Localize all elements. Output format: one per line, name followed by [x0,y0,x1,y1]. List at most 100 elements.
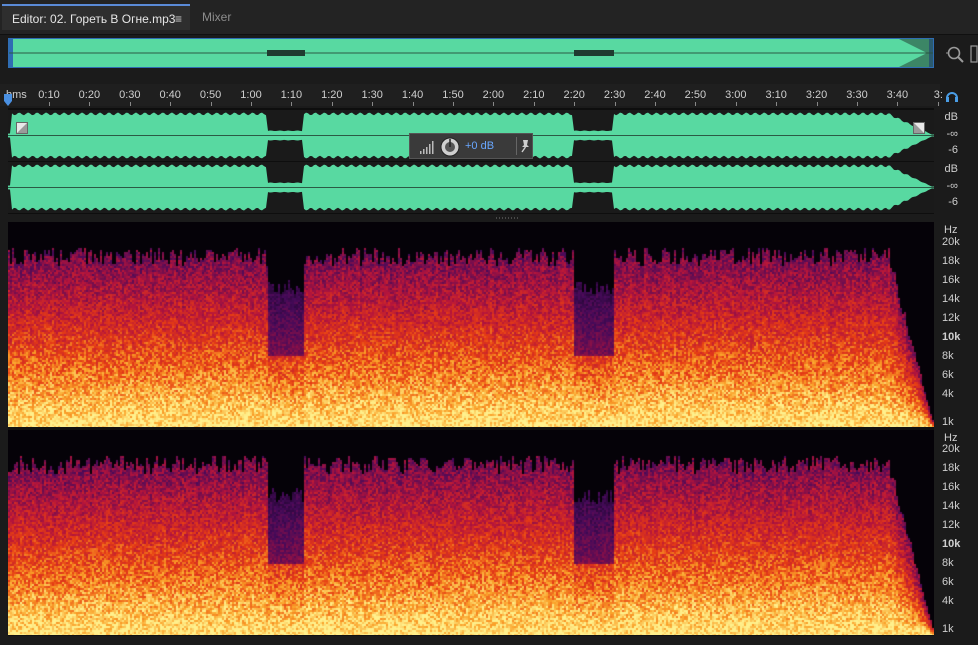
ruler-tick-mark [89,102,91,106]
hz-label: 8k [942,350,954,362]
ruler-tick-mark [170,102,172,106]
ruler-tick-mark [493,102,495,106]
ruler-tick-mark [614,102,616,106]
ruler-tick-mark [291,102,293,106]
ruler-tick-label: 3:40 [886,89,909,101]
ruler-tick-mark [533,102,535,106]
ruler-tick-mark [735,102,737,106]
hz-label: 18k [942,255,960,267]
fade-out-handle[interactable] [913,122,925,134]
time-ruler[interactable]: hms 0:10 0:20 0:30 0:40 0:50 1:00 1:10 1:20 1:30… [0,84,943,106]
ruler-tick-label: 2:10 [523,89,545,101]
hz-label: 16k [942,274,960,286]
db-label: -∞ [946,128,958,140]
hz-unit-label: Hz [944,224,958,236]
db-label: -6 [948,144,958,156]
overview-waveform [9,39,933,67]
ruler-tick-label: 3:10 [765,89,787,101]
waveform-view[interactable] [8,108,934,214]
spectral-view[interactable] [8,222,934,636]
hz-label: 8k [942,557,954,569]
tab-mixer-label: Mixer [202,10,232,24]
fade-in-handle[interactable] [16,122,28,134]
ruler-tick-label: 1:00 [240,89,262,101]
db-label: -∞ [946,180,958,192]
overview-navigator[interactable] [8,38,934,68]
db-unit-label: dB [944,163,958,175]
spectrogram-right[interactable] [8,430,934,635]
db-unit-label: dB [944,111,958,123]
ruler-tick-label: 0:10 [38,89,60,101]
db-label: -6 [948,196,958,208]
hz-label: 6k [942,576,954,588]
ruler-tick-mark [857,102,858,106]
hz-label: 12k [942,312,960,324]
ruler-tick-mark [816,102,818,106]
tab-bar: Editor: 02. Гореть В Огне.mp3 ≡ Mixer [0,0,978,35]
hz-label: 6k [942,369,954,381]
ruler-tick-mark [372,102,374,106]
hz-label: 12k [942,519,960,531]
ruler-tick-label: 0:30 [119,89,141,101]
hz-label: 10k [942,331,961,343]
pin-icon[interactable] [519,139,531,153]
headphones-icon[interactable] [944,88,960,104]
ruler-tick-label: 1:20 [321,89,343,101]
tab-editor-label: Editor: 02. Гореть В Огне.mp3 [12,12,176,26]
tab-mixer[interactable]: Mixer [192,4,262,30]
waveform-right [8,164,934,211]
ruler-tick-mark [655,102,656,106]
level-bars-icon [420,141,434,154]
ruler-tick-label: 0:40 [159,89,181,101]
panel-edge-icon[interactable] [970,44,978,64]
hz-label: 1k [942,416,954,428]
hz-label: 14k [942,293,960,305]
ruler-tick-mark [412,102,414,106]
waveform-channel-right[interactable] [8,162,934,213]
hz-label: 16k [942,481,960,493]
ruler-tick-label: 2:40 [644,89,666,101]
hz-label: 20k [942,443,960,455]
ruler-tick-label: 3: [933,89,943,101]
ruler-tick-mark [331,102,333,106]
playhead-icon[interactable] [4,94,12,106]
ruler-tick-label: 0:50 [199,89,222,101]
zoom-icon[interactable] [945,44,965,64]
ruler-tick-label: 1:30 [361,89,383,101]
hz-label: 18k [942,462,960,474]
ruler-tick-label: 2:30 [603,89,626,101]
tab-editor[interactable]: Editor: 02. Гореть В Огне.mp3 ≡ [2,4,190,30]
ruler-tick-mark [129,102,131,106]
hz-label: 10k [942,538,961,550]
spectrogram-left[interactable] [8,222,934,427]
gain-value[interactable]: +0 dB [465,140,494,152]
ruler-tick-label: 0:20 [78,89,101,101]
ruler-tick-label: 1:10 [280,89,303,101]
hz-label: 4k [942,388,954,400]
ruler-tick-label: 1:40 [401,89,424,101]
hz-label: 20k [942,236,960,248]
ruler-tick-mark [937,102,939,106]
menu-icon[interactable]: ≡ [175,6,182,32]
ruler-tick-mark [251,102,252,106]
panel-splitter[interactable] [496,216,520,220]
ruler-tick-label: 2:50 [684,89,707,101]
volume-hud: +0 dB [409,133,533,159]
ruler-tick-mark [695,102,697,106]
ruler-tick-label: 3:20 [805,89,828,101]
ruler-tick-mark [776,102,778,106]
ruler-tick-label: 2:00 [482,89,505,101]
ruler-tick-mark [574,102,576,106]
ruler-tick-mark [210,102,212,106]
ruler-tick-label: 3:00 [725,89,747,101]
ruler-tick-mark [897,102,899,106]
ruler-tick-label: 3:30 [846,89,868,101]
ruler-tick-label: 1:50 [442,89,464,101]
gain-knob-icon[interactable] [440,137,460,157]
hud-divider [516,137,517,155]
hz-label: 4k [942,595,954,607]
hz-label: 1k [942,623,954,635]
hz-label: 14k [942,500,960,512]
ruler-tick-label: 2:20 [563,89,585,101]
ruler-tick-mark [49,102,50,106]
